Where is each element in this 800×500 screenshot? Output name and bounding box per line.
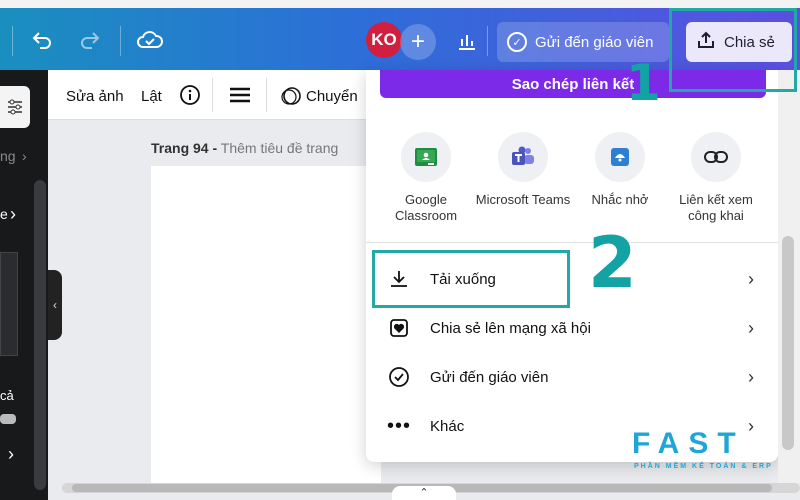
chevron-right-icon: › <box>22 148 27 164</box>
design-page[interactable] <box>151 166 381 484</box>
check-circle-icon <box>388 366 410 388</box>
share-app-google-classroom[interactable]: Google Classroom <box>378 132 474 224</box>
step2-number: 2 <box>588 222 637 304</box>
share-app-reminder[interactable]: Nhắc nhở <box>572 132 668 208</box>
share-app-public-link[interactable]: Liên kết xem công khai <box>668 132 764 224</box>
chevron-right-icon: › <box>748 268 754 289</box>
microsoft-teams-icon <box>498 132 548 182</box>
toolbar-divider <box>120 26 121 56</box>
toolbar-divider <box>212 78 213 112</box>
chevron-right-icon[interactable]: › <box>8 444 14 465</box>
page-title-placeholder[interactable]: Thêm tiêu đề trang <box>221 140 339 156</box>
fast-tagline: PHẦN MỀM KẾ TOÁN & ERP <box>634 463 773 470</box>
menu-lines-icon[interactable] <box>230 86 250 109</box>
user-avatar[interactable]: KO <box>366 22 402 58</box>
chevron-up-icon: ⌃ <box>419 487 429 499</box>
transition-icon <box>280 85 302 112</box>
send-to-teacher-label: Gửi đến giáo viên <box>535 33 654 51</box>
flip-button[interactable]: Lật <box>141 88 162 105</box>
expand-pages-button[interactable]: ⌃ <box>392 486 456 500</box>
toolbar-divider <box>487 26 488 56</box>
dropdown-scrollbar-thumb[interactable] <box>782 236 794 450</box>
left-panel-toggle[interactable] <box>0 414 16 424</box>
undo-icon[interactable] <box>30 28 54 56</box>
redo-icon[interactable] <box>78 28 102 56</box>
share-social-menu-item[interactable]: Chia sẻ lên mạng xã hội › <box>388 313 754 343</box>
menu-divider <box>366 242 778 243</box>
reminder-icon <box>595 132 645 182</box>
collapse-panel-button[interactable]: ‹ <box>48 270 62 340</box>
share-app-label: Nhắc nhở <box>591 192 649 207</box>
left-panel-preview <box>0 252 18 356</box>
public-link-icon <box>691 132 741 182</box>
share-app-label: Liên kết xem công khai <box>679 192 753 223</box>
sliders-icon <box>8 99 22 115</box>
more-icon: ••• <box>387 414 412 437</box>
step1-highlight <box>669 8 797 92</box>
menu-item-label: Gửi đến giáo viên <box>430 368 549 386</box>
page-title[interactable]: Trang 94 - Thêm tiêu đề trang <box>151 140 338 156</box>
step1-number: 1 <box>626 54 661 112</box>
chevron-right-icon: › <box>748 317 754 338</box>
toolbar-divider <box>12 26 13 56</box>
edit-photo-button[interactable]: Sửa ảnh <box>66 88 124 105</box>
cloud-check-icon[interactable] <box>136 28 164 56</box>
window-strip <box>0 0 800 8</box>
left-panel-item[interactable]: cả <box>0 388 14 403</box>
fast-logo: FAST <box>632 427 745 460</box>
toolbar-divider <box>266 78 267 112</box>
menu-item-label: Khác <box>430 417 465 435</box>
page-number: Trang 94 - <box>151 140 218 156</box>
send-to-teacher-menu-item[interactable]: Gửi đến giáo viên › <box>388 362 754 392</box>
add-collaborator-button[interactable]: + <box>400 24 436 60</box>
left-panel-item[interactable]: e <box>0 206 8 222</box>
check-circle-icon: ✓ <box>507 32 527 52</box>
chevron-right-icon: › <box>748 415 754 436</box>
step2-highlight <box>372 250 570 308</box>
left-panel-item[interactable]: ng <box>0 148 16 164</box>
social-heart-icon <box>388 318 410 338</box>
menu-item-label: Chia sẻ lên mạng xã hội <box>430 319 591 337</box>
google-classroom-icon <box>401 132 451 182</box>
share-app-label: Google Classroom <box>394 192 458 223</box>
share-app-label: Microsoft Teams <box>475 192 571 207</box>
chevron-right-icon: › <box>10 204 16 224</box>
transition-button[interactable]: Chuyển <box>306 88 358 105</box>
adjust-tool-button[interactable] <box>0 86 30 128</box>
info-icon[interactable] <box>179 84 201 111</box>
share-app-microsoft-teams[interactable]: Microsoft Teams <box>475 132 571 208</box>
chevron-right-icon: › <box>748 366 754 387</box>
chart-icon[interactable] <box>456 30 478 56</box>
left-panel-scrollbar[interactable] <box>34 180 46 490</box>
